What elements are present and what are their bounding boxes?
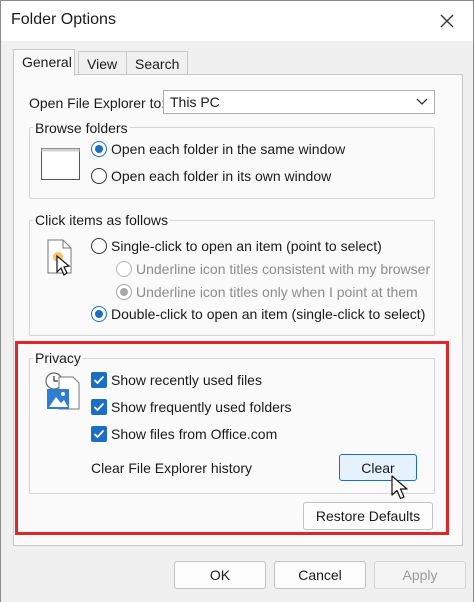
ok-button[interactable]: OK [174,561,266,589]
tab-general[interactable]: General [13,49,75,76]
click-items-title: Click items as follows [33,212,171,228]
checkmark-icon [93,375,105,385]
double-click-radio[interactable] [91,306,107,322]
underline-browser-label: Underline icon titles consistent with my… [136,261,431,277]
office-files-checkbox[interactable] [91,426,107,442]
open-explorer-value: This PC [170,94,220,110]
clear-history-label: Clear File Explorer history [91,460,253,476]
office-files-label: Show files from Office.com [111,426,278,442]
checkmark-icon [93,402,105,412]
recent-files-label: Show recently used files [111,372,262,388]
checkmark-icon [93,429,105,439]
close-icon [440,14,454,28]
underline-point-label: Underline icon titles only when I point … [136,284,418,300]
tab-search[interactable]: Search [126,51,188,75]
privacy-files-icon [45,372,80,410]
folder-options-window: Folder Options General View Search Open … [0,0,474,602]
cancel-button[interactable]: Cancel [274,561,366,589]
click-pointer-icon [47,239,72,276]
single-click-label: Single-click to open an item (point to s… [111,238,382,254]
mouse-cursor-icon [391,475,408,500]
underline-browser-radio[interactable] [116,261,132,277]
single-click-radio[interactable] [91,238,107,254]
close-button[interactable] [435,9,459,33]
double-click-label: Double-click to open an item (single-cli… [111,306,426,322]
own-window-label: Open each folder in its own window [111,168,332,184]
recent-files-checkbox[interactable] [91,372,107,388]
open-explorer-dropdown[interactable]: This PC [163,90,435,114]
window-title: Folder Options [11,11,116,28]
underline-point-radio[interactable] [116,284,132,300]
same-window-label: Open each folder in the same window [111,141,346,157]
open-explorer-label: Open File Explorer to: [29,95,166,111]
same-window-radio[interactable] [91,141,107,157]
own-window-radio[interactable] [91,168,107,184]
browse-folders-group [29,127,435,199]
tab-view[interactable]: View [78,51,127,75]
title-bar: Folder Options [1,1,473,41]
folder-window-icon [41,148,80,180]
frequent-folders-label: Show frequently used folders [111,399,292,415]
privacy-title: Privacy [33,350,83,366]
restore-defaults-button[interactable]: Restore Defaults [303,502,433,530]
chevron-down-icon [416,98,428,105]
frequent-folders-checkbox[interactable] [91,399,107,415]
apply-button[interactable]: Apply [374,561,466,589]
browse-folders-title: Browse folders [33,120,130,136]
